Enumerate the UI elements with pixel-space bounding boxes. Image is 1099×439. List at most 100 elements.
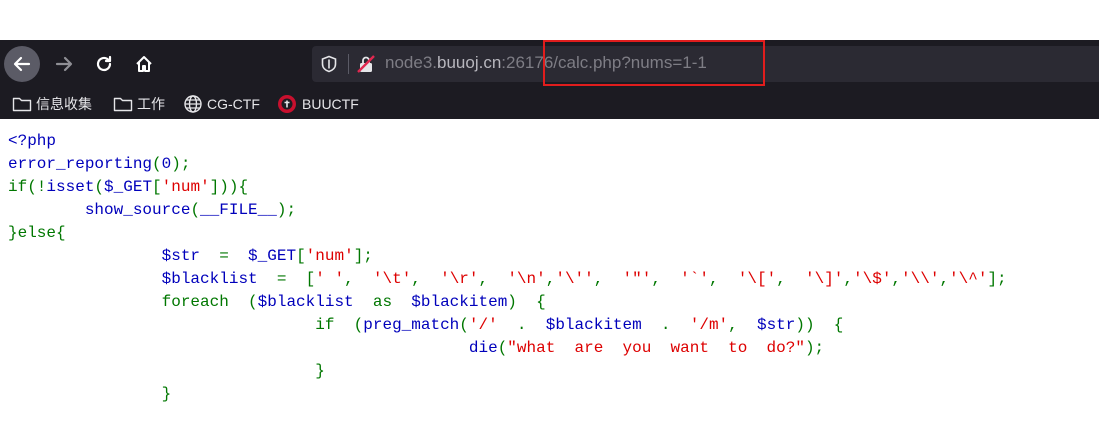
- code-line: <?php: [8, 130, 1007, 153]
- code-token: ,: [545, 270, 556, 288]
- code-token: ,: [344, 270, 364, 288]
- code-line: if (preg_match('/' . $blackitem . '/m', …: [8, 314, 1007, 337]
- code-line: foreach ($blacklist as $blackitem) {: [8, 291, 1007, 314]
- code-token: '"': [612, 270, 652, 288]
- code-token: foreach: [8, 293, 239, 311]
- code-token: =: [209, 247, 239, 265]
- bookmark-label: CG-CTF: [207, 96, 260, 112]
- code-token: ): [507, 293, 527, 311]
- code-token: [: [296, 247, 306, 265]
- code-token: '/': [468, 316, 508, 334]
- code-token: as: [363, 293, 402, 311]
- code-token: 'num': [161, 178, 210, 196]
- code-line: }: [8, 383, 1007, 406]
- code-token: isset: [46, 178, 95, 196]
- code-token: ,: [776, 270, 796, 288]
- code-token: {: [824, 316, 844, 334]
- code-token: );: [171, 155, 191, 173]
- home-button[interactable]: [126, 46, 162, 82]
- code-token: ,: [728, 316, 748, 334]
- code-token: $blackitem: [536, 316, 652, 334]
- code-token: .: [651, 316, 681, 334]
- code-token: if: [8, 316, 345, 334]
- globe-icon: [183, 94, 203, 114]
- code-token: '\^': [949, 270, 988, 288]
- code-token: '/m': [680, 316, 729, 334]
- folder-icon: [12, 96, 32, 112]
- code-token: (: [190, 201, 201, 219]
- code-token: ])){: [209, 178, 249, 196]
- code-token: '\t': [363, 270, 412, 288]
- url-host-prefix: node3.: [385, 53, 437, 72]
- code-token: [: [296, 270, 316, 288]
- code-token: ' ': [315, 270, 345, 288]
- code-token: $blacklist: [257, 293, 364, 311]
- code-token: '\r': [430, 270, 479, 288]
- code-token: '`': [670, 270, 709, 288]
- shield-icon[interactable]: [320, 55, 338, 73]
- crossed-lock-icon[interactable]: [356, 54, 376, 74]
- bookmark-cg-ctf[interactable]: CG-CTF: [183, 93, 260, 115]
- bookmark-label: 工作: [137, 96, 165, 112]
- code-token: $_GET: [238, 247, 297, 265]
- code-token: '\$': [853, 270, 892, 288]
- bookmark-folder-info-gathering[interactable]: 信息收集: [12, 93, 92, 115]
- code-token: error_reporting: [8, 155, 153, 173]
- code-token: ];: [987, 270, 1007, 288]
- code-line: die("what are you want to do?");: [8, 337, 1007, 360]
- code-token: {: [526, 293, 546, 311]
- code-token: $str: [161, 247, 210, 265]
- code-token: (: [497, 339, 508, 357]
- code-token: '\'': [555, 270, 594, 288]
- folder-icon: [113, 96, 133, 112]
- code-token: die: [468, 339, 498, 357]
- code-token: $blacklist: [161, 270, 268, 288]
- code-token: '\[': [728, 270, 777, 288]
- code-token: "what are you want to do?": [507, 339, 805, 357]
- bookmark-label: 信息收集: [36, 96, 92, 112]
- code-token: <?php: [8, 132, 57, 150]
- code-token: ,: [891, 270, 902, 288]
- code-line: }else{: [8, 222, 1007, 245]
- address-bar-separator: [348, 54, 349, 74]
- code-token: preg_match: [363, 316, 460, 334]
- code-token: =: [267, 270, 297, 288]
- code-token: ];: [353, 247, 373, 265]
- url-highlight-box: [543, 40, 765, 86]
- reload-icon: [96, 55, 112, 72]
- forward-button[interactable]: [46, 46, 82, 82]
- code-line: }: [8, 360, 1007, 383]
- code-token: ,: [651, 270, 671, 288]
- code-token: );: [276, 201, 297, 219]
- bookmark-label: BUUCTF: [302, 96, 359, 112]
- code-token: '\]': [795, 270, 844, 288]
- code-token: }: [8, 362, 325, 380]
- code-line: if(!isset($_GET['num'])){: [8, 176, 1007, 199]
- back-button[interactable]: [4, 46, 40, 82]
- php-source-code: <?php error_reporting(0); if(!isset($_GET[…: [8, 130, 1007, 406]
- reload-button[interactable]: [86, 46, 122, 82]
- code-token: 0: [161, 155, 172, 173]
- code-token: [: [152, 178, 162, 196]
- window-top-area: [0, 0, 1099, 40]
- home-icon: [136, 56, 152, 72]
- code-line: show_source(__FILE__);: [8, 199, 1007, 222]
- buuctf-logo-icon: [276, 93, 298, 115]
- code-token: );: [804, 339, 825, 357]
- code-token: }else{: [8, 224, 66, 242]
- code-token: (: [152, 155, 162, 173]
- code-line: error_reporting(0);: [8, 153, 1007, 176]
- bookmark-buuctf[interactable]: BUUCTF: [276, 93, 359, 115]
- code-token: show_source: [84, 201, 191, 219]
- code-line: $str = $_GET['num'];: [8, 245, 1007, 268]
- code-token: '\\': [901, 270, 940, 288]
- code-token: )): [795, 316, 825, 334]
- code-token: ,: [411, 270, 431, 288]
- code-token: ,: [843, 270, 854, 288]
- bookmark-folder-work[interactable]: 工作: [113, 93, 165, 115]
- url-host: buuoj.cn: [437, 53, 502, 72]
- code-token: __FILE__: [200, 201, 277, 219]
